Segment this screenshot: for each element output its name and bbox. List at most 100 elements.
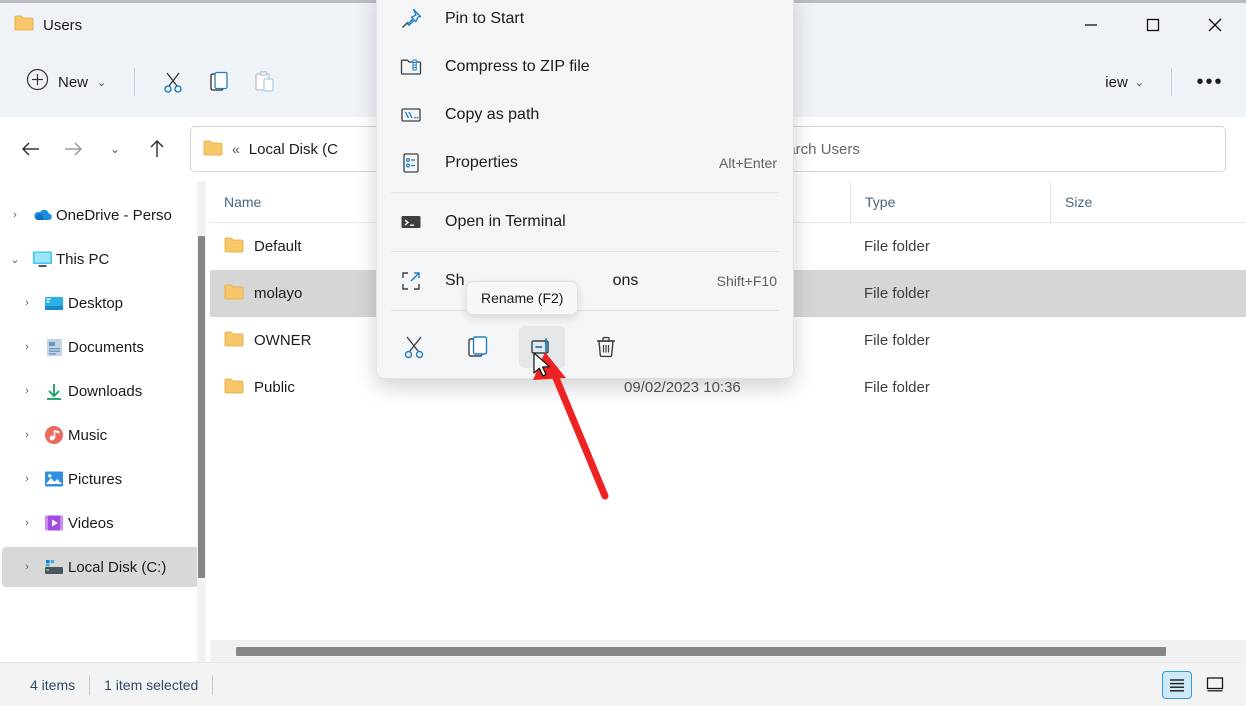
chevron-right-icon[interactable]: › [14,429,40,441]
menu-separator [391,192,779,193]
copy-button[interactable] [197,62,241,102]
file-date-cell: 09/02/2023 10:36 [610,379,850,396]
folder-icon [203,139,223,160]
folder-icon [224,377,244,398]
harddisk-icon [40,558,68,576]
terminal-icon [393,210,445,234]
chevron-right-icon[interactable]: › [14,385,40,397]
sidebar-item-onedrive[interactable]: › OneDrive - Perso [2,195,204,235]
sidebar-item-label: Music [68,427,107,444]
column-header-type[interactable]: Type [850,181,1050,222]
scissors-icon [401,334,427,360]
sidebar-item-music[interactable]: › Music [2,415,204,455]
chevron-right-icon[interactable]: › [14,473,40,485]
videos-icon [40,514,68,532]
sidebar-item-label: OneDrive - Perso [56,207,172,224]
pictures-icon [40,470,68,488]
chevron-right-icon[interactable]: › [2,209,28,221]
menu-item-pin-to-start[interactable]: Pin to Start [377,0,793,43]
minimize-button[interactable] [1060,3,1122,47]
sidebar-item-local-disk-c[interactable]: › Local Disk (C:) [2,547,204,587]
menu-item-label: Copy as path [445,106,777,124]
menu-item-show-more-options[interactable]: Shons Shift+F10 [377,257,793,305]
desktop-icon [40,295,68,312]
chevron-right-icon[interactable]: › [14,517,40,529]
menu-item-properties[interactable]: Properties Alt+Enter [377,139,793,187]
documents-icon [40,338,68,357]
zip-folder-icon [393,55,445,79]
sidebar-item-pictures[interactable]: › Pictures [2,459,204,499]
chevron-down-icon: ⌄ [97,76,106,89]
sidebar-item-this-pc[interactable]: ⌄ This PC [2,239,204,279]
maximize-button[interactable] [1122,3,1184,47]
close-button[interactable] [1184,3,1246,47]
sidebar-item-downloads[interactable]: › Downloads [2,371,204,411]
toolbar-divider [134,68,135,96]
chevron-right-icon[interactable]: › [14,341,40,353]
forward-button[interactable] [54,130,92,168]
horizontal-scrollbar[interactable] [210,640,1246,662]
sidebar-item-label: Pictures [68,471,122,488]
sidebar-scrollbar-thumb[interactable] [198,236,205,578]
file-type-cell: File folder [850,332,1050,349]
show-more-icon [393,269,445,293]
large-icons-view-icon [1205,676,1225,693]
recent-locations-button[interactable]: ⌄ [96,130,134,168]
tab-title: Users [43,17,82,34]
chevron-right-icon[interactable]: › [14,561,40,573]
context-menu: Pin to Start Compress to ZIP file Copy a… [376,0,794,379]
view-mode-buttons [1162,671,1230,699]
search-input[interactable]: earch Users [766,126,1226,172]
file-name-label: Default [254,238,302,255]
folder-icon [224,283,244,304]
cut-icon-button[interactable] [391,326,437,368]
status-divider-2 [212,675,213,695]
horizontal-scrollbar-thumb[interactable] [236,647,1166,656]
details-view-button[interactable] [1162,671,1192,699]
chevron-down-icon: ⌄ [110,142,120,156]
explorer-tab-users[interactable]: Users [0,3,96,47]
menu-item-copy-as-path[interactable]: Copy as path [377,91,793,139]
sidebar-item-label: Desktop [68,295,123,312]
plus-circle-icon [26,68,49,96]
chevron-right-icon[interactable]: › [14,297,40,309]
pin-icon [393,7,445,31]
copy-icon [465,334,491,360]
breadcrumb-overflow-icon[interactable]: « [232,141,240,157]
ellipsis-icon: ••• [1196,72,1223,92]
large-icons-view-button[interactable] [1200,671,1230,699]
new-button[interactable]: New ⌄ [14,60,118,104]
chevron-down-icon[interactable]: ⌄ [2,253,28,266]
file-explorer-window: Users New ⌄ [0,0,1246,706]
sidebar-item-documents[interactable]: › Documents [2,327,204,367]
column-header-size[interactable]: Size [1050,181,1190,222]
folder-icon [224,330,244,351]
up-button[interactable] [138,130,176,168]
menu-separator-2 [391,251,779,252]
sidebar-item-desktop[interactable]: › Desktop [2,283,204,323]
copy-icon-button[interactable] [455,326,501,368]
sidebar-item-label: Downloads [68,383,142,400]
menu-item-label: Open in Terminal [445,213,777,231]
cut-button[interactable] [151,62,195,102]
breadcrumb-path-text: Local Disk (C [249,141,338,158]
menu-item-open-in-terminal[interactable]: Open in Terminal [377,198,793,246]
back-button[interactable] [12,130,50,168]
menu-item-label: Pin to Start [445,10,777,28]
menu-item-compress-to-zip[interactable]: Compress to ZIP file [377,43,793,91]
trash-icon [593,334,619,360]
window-controls [1060,3,1246,47]
navigation-pane: › OneDrive - Perso ⌄ This PC › Desktop [0,181,210,662]
item-count-label: 4 items [16,677,89,693]
menu-item-label-head: Sh [445,272,465,289]
delete-icon-button[interactable] [583,326,629,368]
paste-button[interactable] [243,62,287,102]
view-button[interactable]: iew ⌄ [1094,66,1155,99]
sidebar-scrollbar[interactable] [197,181,206,662]
copy-path-icon [393,103,445,127]
sidebar-item-videos[interactable]: › Videos [2,503,204,543]
menu-item-accel: Alt+Enter [719,155,777,171]
context-menu-icon-row [377,316,793,378]
see-more-button[interactable]: ••• [1188,62,1232,102]
properties-icon [393,151,445,175]
